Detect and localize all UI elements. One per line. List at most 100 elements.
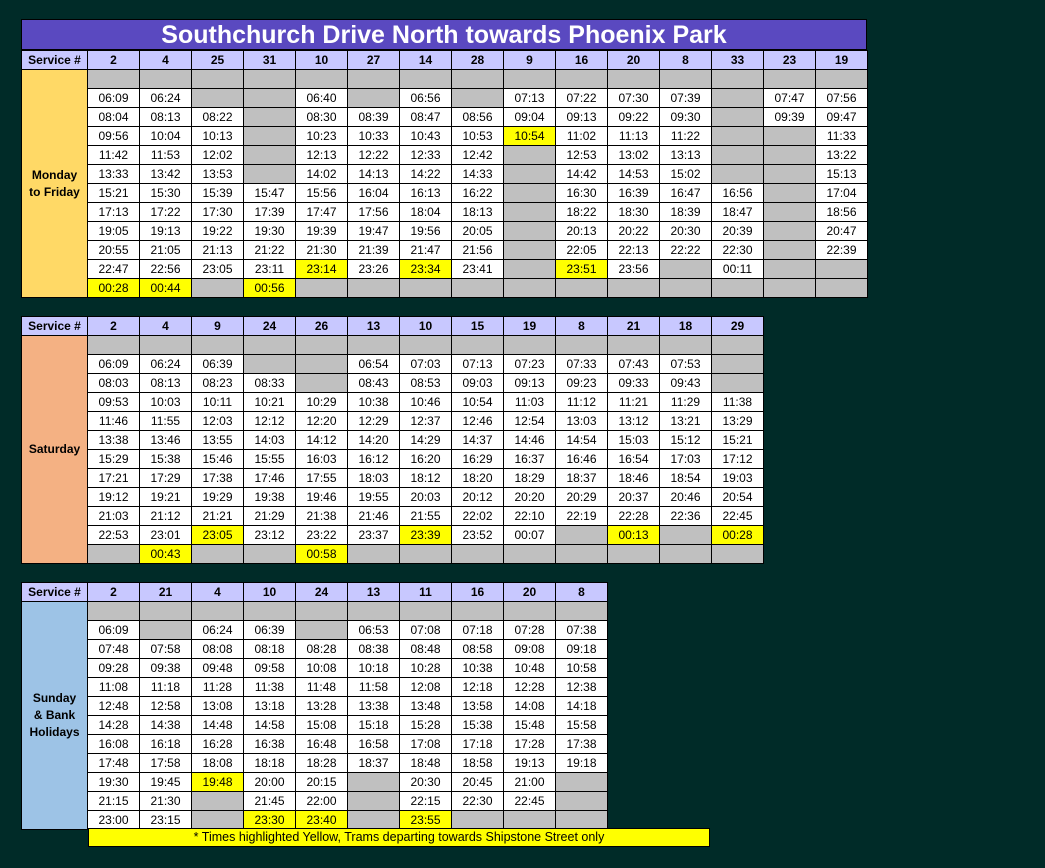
departure-time: 22:13: [607, 240, 660, 260]
departure-time: 18:22: [555, 202, 608, 222]
departure-time: 17:12: [711, 449, 764, 469]
departure-time-highlighted: 23:40: [295, 810, 348, 830]
service-number: 25: [191, 50, 244, 70]
service-label: Service #: [21, 50, 88, 70]
service-number: 15: [451, 316, 504, 336]
service-number: 26: [295, 316, 348, 336]
departure-time: 21:30: [139, 791, 192, 811]
empty-cell: [555, 601, 608, 621]
departure-time: 08:48: [399, 639, 452, 659]
table-row: 17:13 17:22 17:30 17:39 17:47 17:56 18:04 18:13…: [22, 202, 868, 222]
departure-time: 09:58: [243, 658, 296, 678]
empty-cell: [659, 525, 712, 545]
departure-time: 14:37: [451, 430, 504, 450]
departure-time-highlighted: 23:55: [399, 810, 452, 830]
departure-time: 09:04: [503, 107, 556, 127]
departure-time: 07:53: [659, 354, 712, 374]
departure-time: 13:28: [295, 696, 348, 716]
empty-cell: [399, 601, 452, 621]
departure-time: 14:28: [87, 715, 140, 735]
departure-time: 22:56: [139, 259, 192, 279]
departure-time-highlighted: 00:44: [139, 278, 192, 298]
departure-time: 16:08: [87, 734, 140, 754]
table-row: 11:46 11:55 12:03 12:12 12:20 12:29 12:37 12:46…: [22, 411, 764, 431]
departure-time: 07:39: [659, 88, 712, 108]
empty-cell: [763, 69, 816, 89]
empty-cell: [711, 278, 764, 298]
table-row: 07:48 07:58 08:08 08:18 08:28 08:38 08:48 08:58…: [22, 639, 608, 659]
empty-cell: [503, 335, 556, 355]
departure-time: 15:55: [243, 449, 296, 469]
departure-time: 19:30: [243, 221, 296, 241]
departure-time: 15:30: [139, 183, 192, 203]
departure-time: 16:22: [451, 183, 504, 203]
departure-time: 10:04: [139, 126, 192, 146]
departure-time: 15:08: [295, 715, 348, 735]
departure-time: 15:48: [503, 715, 556, 735]
departure-time: 09:33: [607, 373, 660, 393]
empty-cell: [659, 335, 712, 355]
departure-time: 06:39: [243, 620, 296, 640]
departure-time: 06:09: [87, 88, 140, 108]
service-number: 16: [555, 50, 608, 70]
departure-time: 17:18: [451, 734, 504, 754]
empty-cell: [503, 810, 556, 830]
service-number: 11: [399, 582, 452, 602]
departure-time: 10:43: [399, 126, 452, 146]
departure-time: 11:22: [659, 126, 712, 146]
empty-cell: [347, 772, 400, 792]
departure-time: 14:46: [503, 430, 556, 450]
empty-cell: [503, 183, 556, 203]
highlight-note: * Times highlighted Yellow, Trams depart…: [88, 828, 710, 847]
empty-cell: [555, 335, 608, 355]
empty-cell: [295, 620, 348, 640]
service-header-row: Service #2 4 9 24 26 13 10 15 19 8 21 18 29: [21, 316, 764, 336]
departure-time: 16:29: [451, 449, 504, 469]
service-header-row: Service #2 4 25 31 10 27 14 28 9 16 20 8 33 23 19: [21, 50, 868, 70]
departure-time: 10:46: [399, 392, 452, 412]
departure-time: 13:33: [87, 164, 140, 184]
departure-time: 11:42: [87, 145, 140, 165]
departure-time: 14:13: [347, 164, 400, 184]
departure-time: 08:23: [191, 373, 244, 393]
departure-time: 18:54: [659, 468, 712, 488]
departure-time: 14:33: [451, 164, 504, 184]
departure-time-highlighted: 00:13: [607, 525, 660, 545]
departure-time: 19:30: [87, 772, 140, 792]
departure-time: 12:12: [243, 411, 296, 431]
departure-time: 10:23: [295, 126, 348, 146]
empty-cell: [243, 107, 296, 127]
departure-time: 19:55: [347, 487, 400, 507]
departure-time: 11:12: [555, 392, 608, 412]
day-label-line: Monday: [31, 167, 78, 182]
departure-time: 22:53: [87, 525, 140, 545]
empty-cell: [555, 69, 608, 89]
departure-time: 20:47: [815, 221, 868, 241]
departure-time: 14:53: [607, 164, 660, 184]
day-label-line: to Friday: [29, 184, 80, 199]
table-row: 15:29 15:38 15:46 15:55 16:03 16:12 16:20 16:29…: [22, 449, 764, 469]
empty-cell: [243, 145, 296, 165]
departure-time: 09:03: [451, 373, 504, 393]
departure-time: 11:53: [139, 145, 192, 165]
empty-cell: [711, 126, 764, 146]
service-number: 2: [87, 582, 140, 602]
departure-time-highlighted: 23:14: [295, 259, 348, 279]
day-label: Monday to Friday: [21, 69, 88, 298]
departure-time: 15:47: [243, 183, 296, 203]
empty-cell: [87, 335, 140, 355]
departure-time: 08:04: [87, 107, 140, 127]
departure-time: 16:58: [347, 734, 400, 754]
departure-time: 09:56: [87, 126, 140, 146]
empty-cell: [191, 278, 244, 298]
departure-time: 13:03: [555, 411, 608, 431]
departure-time: 14:12: [295, 430, 348, 450]
table-row: 12:48 12:58 13:08 13:18 13:28 13:38 13:48 13:58…: [22, 696, 608, 716]
departure-time: 19:03: [711, 468, 764, 488]
departure-time: 10:54: [451, 392, 504, 412]
departure-time: 09:43: [659, 373, 712, 393]
table-row: 00:28 00:44 00:56: [22, 278, 868, 298]
table-row: 06:09 06:24 06:39 06:54 07:03 07:13 07:23 07:33…: [22, 354, 764, 374]
departure-time: 22:00: [295, 791, 348, 811]
empty-cell: [139, 620, 192, 640]
